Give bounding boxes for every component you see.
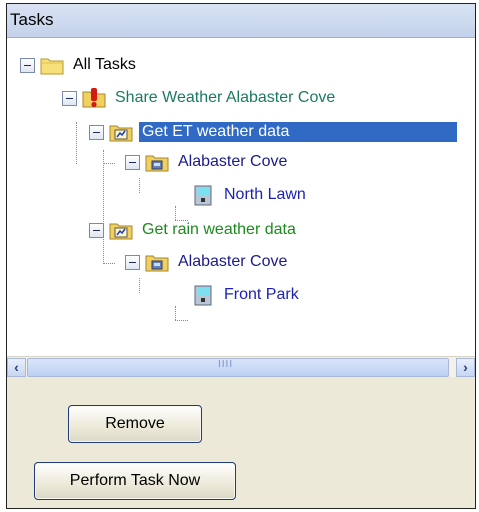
tree-node-alabaster-cove[interactable]: Alabaster Cove [125,250,405,278]
controller-icon [194,285,212,306]
tree-node-label: Front Park [224,286,299,303]
scroll-right-arrow-icon[interactable]: › [456,358,475,377]
tree-node-label: Get rain weather data [142,221,296,238]
tree-node-get-rain-weather[interactable]: Get rain weather data [89,218,409,246]
weather-task-icon [109,223,133,240]
perform-task-now-button[interactable]: Perform Task Now [34,462,236,500]
collapse-icon[interactable] [125,255,140,270]
collapse-icon[interactable] [62,91,77,106]
controller-icon [194,185,212,206]
tasks-header: Tasks [7,4,475,38]
collapse-icon[interactable] [89,125,104,140]
tree-node-all-tasks[interactable]: All Tasks [20,53,240,81]
collapse-icon[interactable] [89,223,104,238]
tree-node-label: North Lawn [224,186,306,203]
site-folder-icon [145,155,169,172]
actions-area: Remove Perform Task Now [7,377,475,508]
scroll-left-arrow-icon[interactable]: ‹ [7,358,26,377]
tree-node-share-weather[interactable]: Share Weather Alabaster Cove [62,86,422,114]
horizontal-scrollbar[interactable]: ‹ IIII › [7,356,475,377]
task-tree[interactable]: All Tasks Share Weather Alabaster Cove G… [7,38,475,356]
tree-node-label: Alabaster Cove [178,153,288,170]
tree-node-label: Alabaster Cove [178,253,288,270]
tasks-title: Tasks [10,10,54,29]
folder-icon [40,58,64,75]
collapse-icon[interactable] [20,58,35,73]
alert-task-icon [82,88,106,108]
tree-node-label: Share Weather Alabaster Cove [115,89,336,106]
scrollbar-thumb[interactable]: IIII [27,358,449,377]
tree-node-label: Get ET weather data [139,122,457,142]
collapse-icon[interactable] [125,155,140,170]
scrollbar-grip: IIII [218,359,234,370]
weather-task-icon [109,125,133,142]
site-folder-icon [145,255,169,272]
tree-node-alabaster-cove[interactable]: Alabaster Cove [125,150,405,178]
tree-node-north-lawn[interactable]: North Lawn [191,183,391,211]
tree-node-front-park[interactable]: Front Park [191,283,391,311]
remove-button[interactable]: Remove [68,405,202,443]
tree-node-label: All Tasks [73,56,136,73]
tree-node-get-et-weather[interactable]: Get ET weather data [89,120,475,148]
tasks-panel: Tasks All Tasks Share Weather Alabaster … [6,3,476,509]
